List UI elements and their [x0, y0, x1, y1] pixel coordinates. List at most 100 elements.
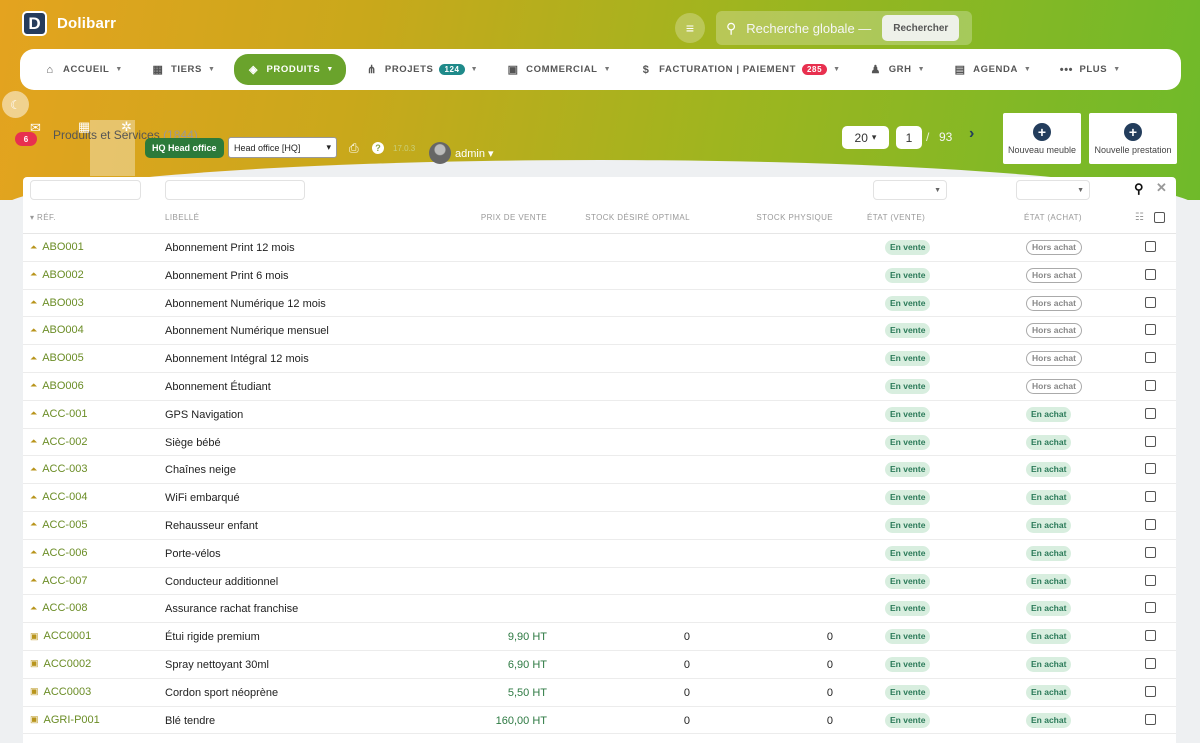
user-menu[interactable]: admin ▾: [455, 147, 494, 160]
row-checkbox[interactable]: [1145, 352, 1156, 364]
product-ref-link[interactable]: ⏶ ABO005: [30, 352, 84, 364]
product-ref-link[interactable]: ▣ AGRI-P001: [30, 714, 100, 726]
nav-item-plus[interactable]: ••• PLUS ▼: [1050, 54, 1129, 85]
nav-item-tiers[interactable]: ▦ TIERS ▼: [142, 54, 225, 85]
col-sell-status-header[interactable]: ÉTAT (VENTE): [867, 213, 925, 222]
table-row[interactable]: ⏶ ABO002 Abonnement Print 6 mois En vente Ho…: [23, 262, 1176, 290]
table-row[interactable]: ⏶ ACC-003 Chaînes neige En vente En achat: [23, 456, 1176, 485]
table-row[interactable]: ⏶ ABO005 Abonnement Intégral 12 mois En ven…: [23, 345, 1176, 373]
print-icon[interactable]: ⎙: [349, 141, 359, 156]
ref-filter-input[interactable]: [30, 180, 141, 200]
product-ref-link[interactable]: ▣ ACC0003: [30, 686, 91, 698]
label-filter-input[interactable]: [165, 180, 305, 200]
nav-item-accueil[interactable]: ⌂ ACCUEIL ▼: [34, 54, 132, 85]
nav-item-grh[interactable]: ♟ GRH ▼: [860, 54, 934, 85]
sell-status-filter[interactable]: ▼: [873, 180, 947, 200]
nav-item-projets[interactable]: ⋔ PROJETS 124 ▼: [356, 54, 487, 85]
per-page-select[interactable]: 20 ▾: [842, 126, 889, 149]
product-ref-link[interactable]: ⏶ ACC-001: [30, 408, 87, 420]
table-row[interactable]: ▣ ACC0001 Étui rigide premium 9,90 HT 0 0 En v…: [23, 623, 1176, 651]
entity-select[interactable]: Head office [HQ] ▾: [228, 137, 337, 158]
table-row[interactable]: ⏶ ABO003 Abonnement Numérique 12 mois En ve…: [23, 290, 1176, 318]
product-ref-link[interactable]: ⏶ ABO001: [30, 241, 84, 253]
table-row[interactable]: ⏶ ACC-005 Rehausseur enfant En vente En acha…: [23, 512, 1176, 540]
sort-ref-header[interactable]: ▾ RÉF.: [30, 213, 56, 222]
nav-item-facturation[interactable]: $ FACTURATION | PAIEMENT 285 ▼: [630, 54, 850, 85]
product-ref-link[interactable]: ⏶ ACC-008: [30, 602, 87, 614]
table-row[interactable]: ⏶ ACC-002 Siège bébé En vente En achat: [23, 429, 1176, 457]
col-buy-status-header[interactable]: ÉTAT (ACHAT): [1024, 213, 1082, 222]
sell-status-badge: En vente: [885, 517, 931, 533]
table-row[interactable]: ⏶ ABO004 Abonnement Numérique mensuel En ve…: [23, 317, 1176, 346]
row-checkbox[interactable]: [1145, 268, 1156, 280]
row-checkbox[interactable]: [1145, 574, 1156, 586]
table-row[interactable]: ⏶ ACC-008 Assurance rachat franchise En ven…: [23, 595, 1176, 624]
row-checkbox[interactable]: [1145, 657, 1156, 669]
row-checkbox[interactable]: [1145, 713, 1156, 725]
product-ref-link[interactable]: ⏶ ACC-005: [30, 519, 87, 531]
gear-icon[interactable]: ✲: [121, 119, 132, 135]
search-icon[interactable]: ⚲: [1134, 181, 1144, 197]
table-row[interactable]: ▣ ACC0003 Cordon sport néoprène 5,50 HT 0 0 En…: [23, 679, 1176, 707]
entity-badge[interactable]: HQ Head office: [145, 138, 224, 158]
help-icon[interactable]: ?: [372, 142, 384, 154]
row-checkbox[interactable]: [1145, 435, 1156, 447]
product-ref-link[interactable]: ▣ ACC0002: [30, 658, 91, 670]
table-row[interactable]: ⏶ ACC-006 Porte-vélos En vente En achat: [23, 540, 1176, 568]
row-checkbox[interactable]: [1145, 491, 1156, 503]
table-row[interactable]: ⏶ ACC-007 Conducteur additionnel En vente En…: [23, 568, 1176, 596]
product-ref-link[interactable]: ⏶ ACC-007: [30, 575, 87, 587]
new-service-button[interactable]: + Nouvelle prestation: [1089, 113, 1177, 164]
product-ref-link[interactable]: ⏶ ACC-003: [30, 463, 87, 475]
col-stock-desired-header[interactable]: STOCK DÉSIRÉ OPTIMAL: [585, 213, 690, 222]
user-avatar[interactable]: [429, 142, 451, 164]
new-product-button[interactable]: + Nouveau meuble: [1003, 113, 1081, 164]
buy-status-filter[interactable]: ▼: [1016, 180, 1090, 200]
global-search-input[interactable]: [746, 20, 875, 36]
hamburger-menu-button[interactable]: ≡: [675, 13, 705, 43]
nav-item-commercial[interactable]: ▣ COMMERCIAL ▼: [497, 54, 620, 85]
calendar-icon[interactable]: ▦: [78, 119, 90, 135]
sale-price: 9,90 HT: [507, 631, 547, 644]
product-ref-link[interactable]: ▣ ACC0001: [30, 630, 91, 642]
page-number-input[interactable]: 1: [896, 126, 922, 149]
row-checkbox[interactable]: [1145, 241, 1156, 252]
product-label: Assurance rachat franchise: [165, 603, 299, 616]
product-ref-link[interactable]: ⏶ ACC-002: [30, 436, 87, 448]
row-checkbox[interactable]: [1145, 518, 1156, 530]
row-checkbox[interactable]: [1145, 685, 1156, 697]
search-submit-button[interactable]: Rechercher: [882, 15, 960, 41]
close-icon[interactable]: ✕: [1156, 180, 1167, 196]
row-checkbox[interactable]: [1145, 407, 1156, 419]
row-checkbox[interactable]: [1145, 296, 1156, 308]
col-label-header[interactable]: LIBELLÉ: [165, 213, 199, 222]
table-row[interactable]: ⏶ ACC-004 WiFi embarqué En vente En achat: [23, 484, 1176, 512]
page-title-text: Produits et Services: [53, 128, 160, 142]
row-checkbox[interactable]: [1145, 602, 1156, 614]
table-row[interactable]: ⏶ ABO001 Abonnement Print 12 mois En vente H…: [23, 234, 1176, 262]
table-row[interactable]: ⏶ ACC-001 GPS Navigation En vente En achat: [23, 401, 1176, 429]
dark-mode-toggle-icon[interactable]: ☾: [2, 91, 29, 118]
table-row[interactable]: ⏶ ABO006 Abonnement Étudiant En vente Hors a…: [23, 373, 1176, 401]
table-row[interactable]: ▣ AGRI-P001 Blé tendre 160,00 HT 0 0 En vente E…: [23, 707, 1176, 735]
table-row[interactable]: ▣ ACC0002 Spray nettoyant 30ml 6,90 HT 0 0 En …: [23, 651, 1176, 679]
row-checkbox[interactable]: [1145, 630, 1156, 642]
col-price-header[interactable]: PRIX DE VENTE: [481, 213, 547, 222]
app-logo[interactable]: D Dolibarr: [22, 11, 116, 36]
nav-item-agenda[interactable]: ▤ AGENDA ▼: [944, 54, 1040, 85]
product-ref-link[interactable]: ⏶ ACC-006: [30, 547, 87, 559]
product-ref-link[interactable]: ⏶ ABO004: [30, 324, 84, 336]
select-all-checkbox[interactable]: [1154, 212, 1165, 223]
row-checkbox[interactable]: [1145, 463, 1156, 475]
product-ref-link[interactable]: ⏶ ABO003: [30, 297, 84, 309]
nav-item-produits[interactable]: ◈ PRODUITS ▼: [234, 54, 346, 85]
product-ref-link[interactable]: ⏶ ACC-004: [30, 491, 87, 503]
product-ref-link[interactable]: ⏶ ABO002: [30, 269, 84, 281]
row-checkbox[interactable]: [1145, 546, 1156, 558]
product-ref-link[interactable]: ⏶ ABO006: [30, 380, 84, 392]
column-list-icon[interactable]: ☷: [1135, 212, 1144, 223]
col-stock-physical-header[interactable]: STOCK PHYSIQUE: [756, 213, 833, 222]
row-checkbox[interactable]: [1145, 324, 1156, 336]
row-checkbox[interactable]: [1145, 379, 1156, 391]
next-page-icon[interactable]: ›: [969, 125, 974, 143]
